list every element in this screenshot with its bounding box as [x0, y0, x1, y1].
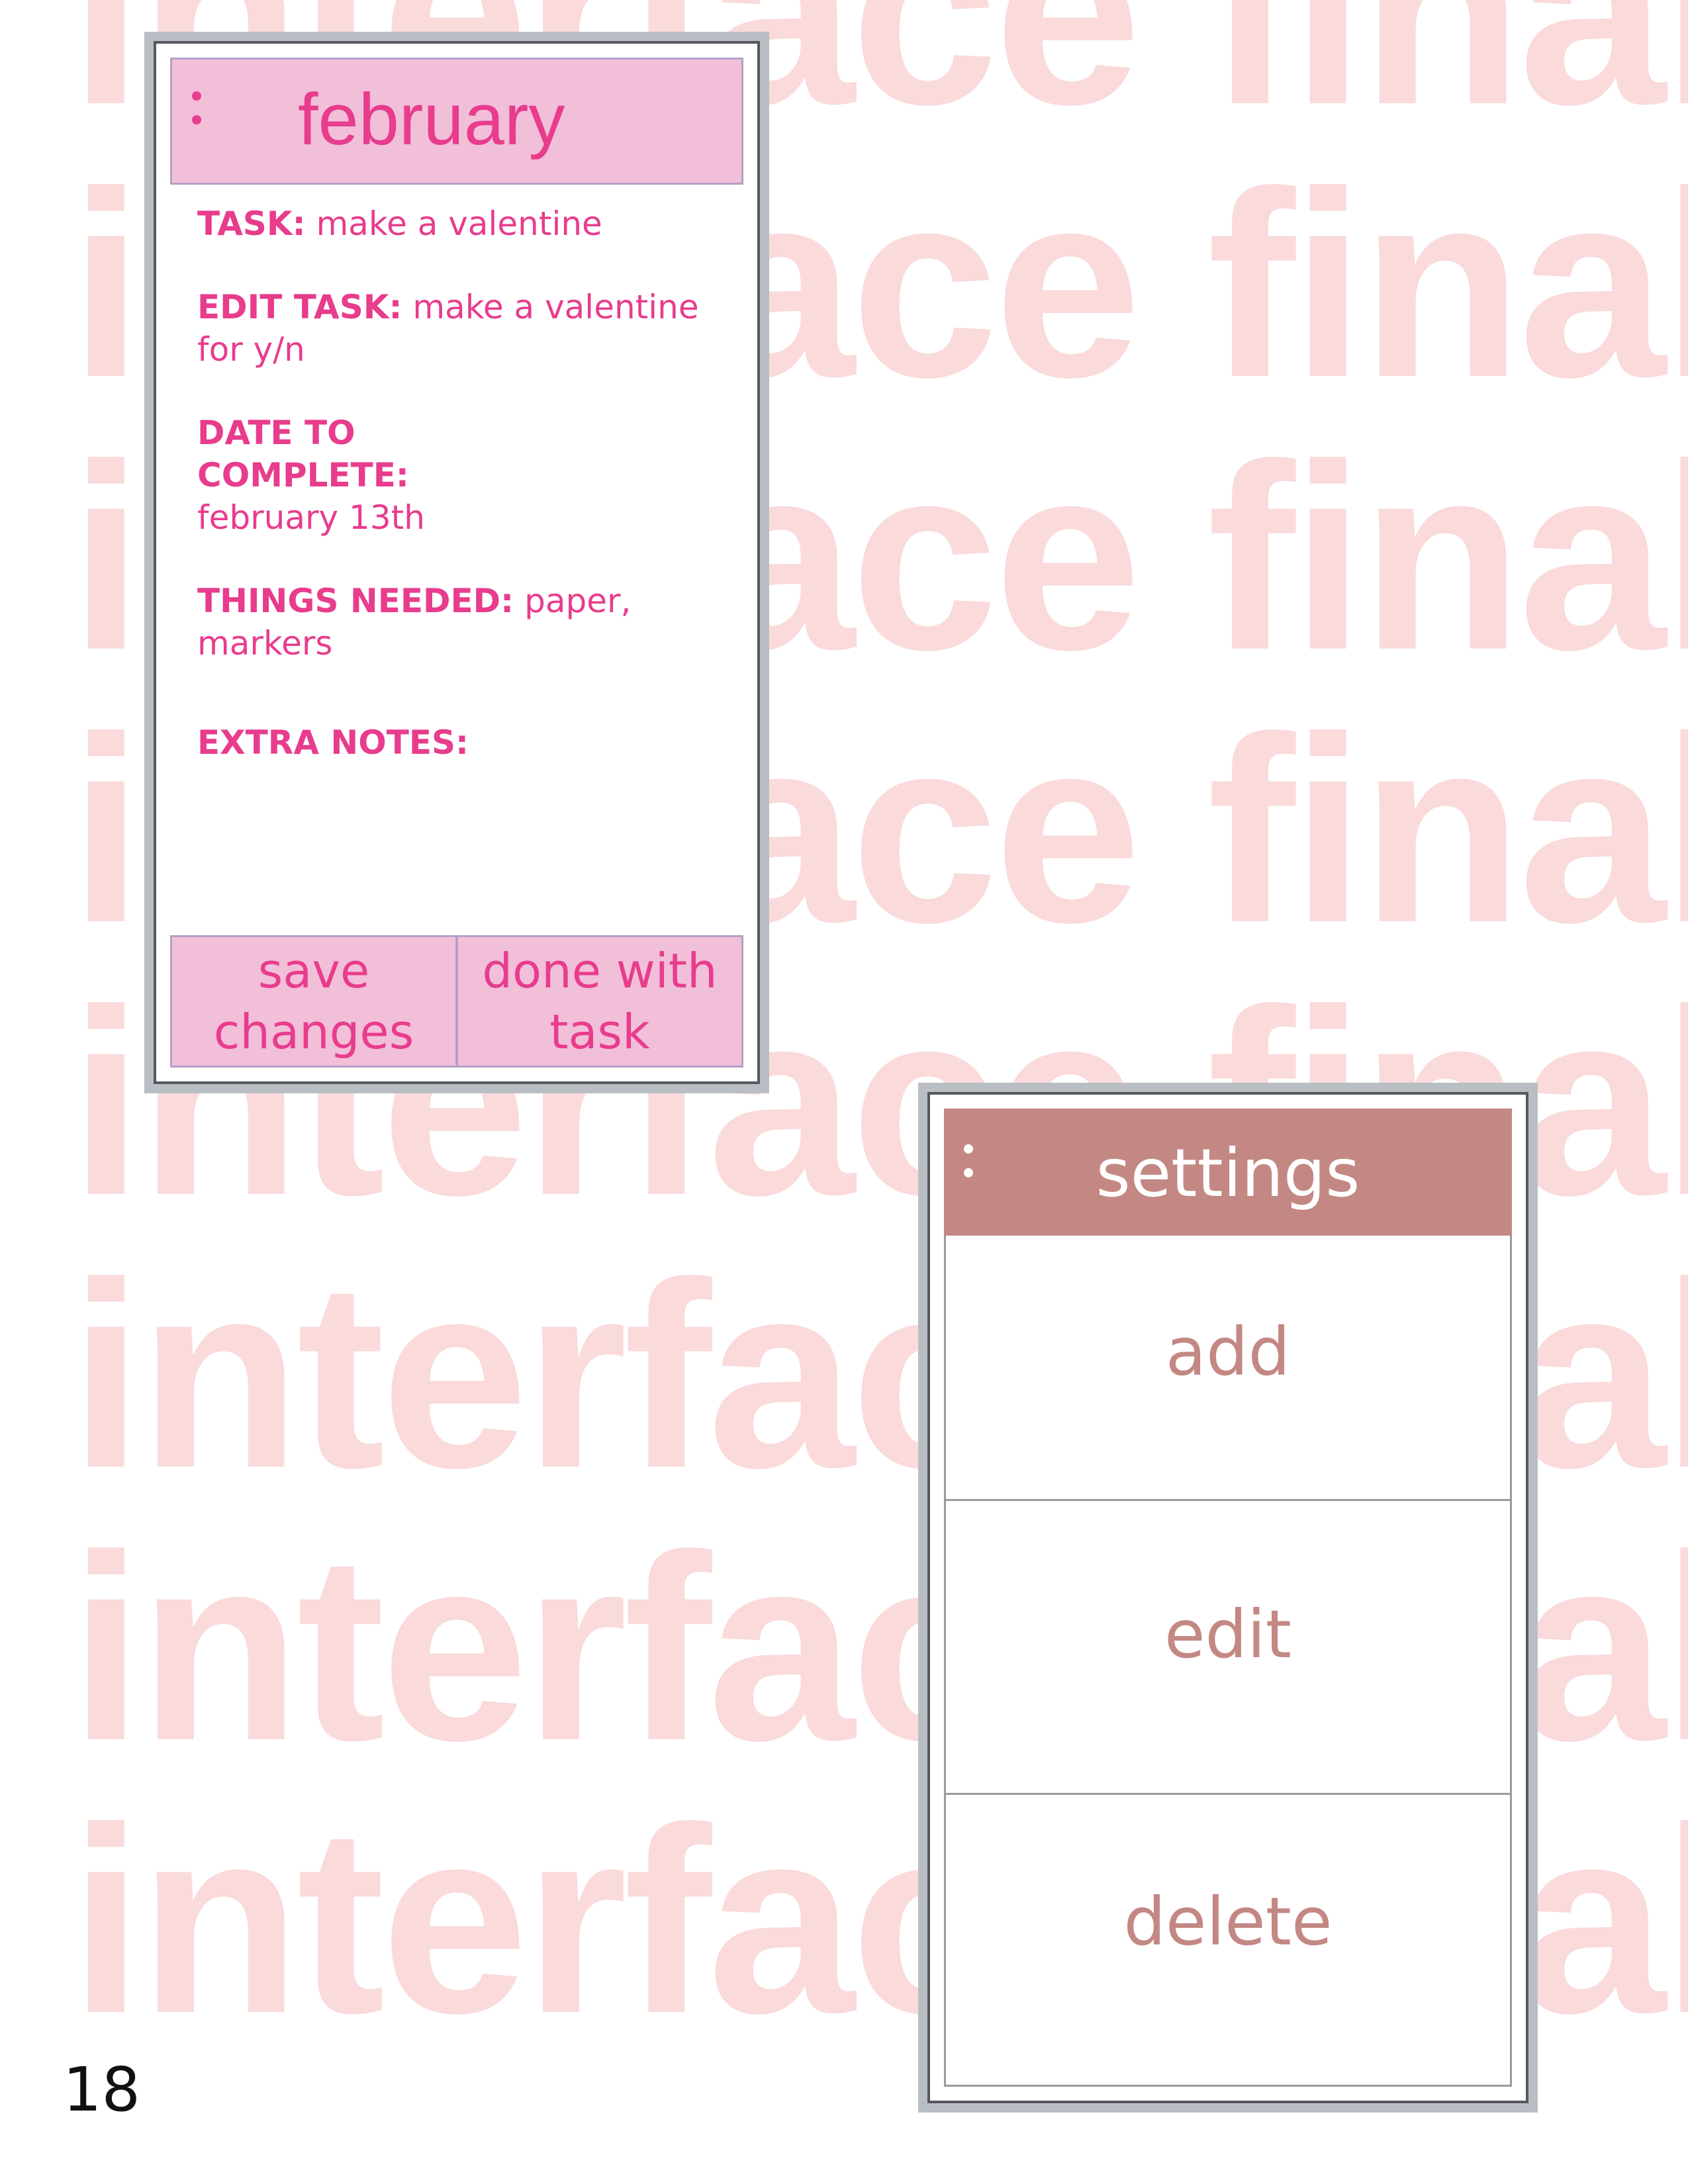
settings-title: settings: [1096, 1134, 1360, 1212]
date-field: DATE TO COMPLETE: february 13th: [197, 412, 724, 539]
edit-button[interactable]: edit: [946, 1499, 1510, 1793]
page-number: 18: [63, 2054, 141, 2125]
field-label: EDIT TASK:: [197, 288, 402, 326]
task-window-header: february: [170, 58, 743, 185]
task-details: TASK: make a valentine EDIT TASK: make a…: [197, 203, 724, 805]
task-window-title: february: [298, 79, 565, 160]
field-value[interactable]: february 13th: [197, 498, 425, 537]
task-window: february TASK: make a valentine EDIT TAS…: [144, 32, 769, 1093]
save-changes-button[interactable]: save changes: [172, 937, 455, 1066]
extra-notes-field: EXTRA NOTES:: [197, 721, 724, 764]
field-label: DATE TO COMPLETE:: [197, 414, 409, 494]
task-actions: save changes done with task: [170, 935, 743, 1068]
task-window-body: february TASK: make a valentine EDIT TAS…: [163, 50, 751, 1075]
field-label: THINGS NEEDED:: [197, 582, 514, 620]
edit-task-field: EDIT TASK: make a valentine for y/n: [197, 286, 724, 371]
button-label: done with task: [482, 943, 718, 1060]
field-label: TASK:: [197, 205, 306, 243]
task-field: TASK: make a valentine: [197, 203, 724, 245]
add-button[interactable]: add: [946, 1236, 1510, 1499]
delete-button[interactable]: delete: [946, 1793, 1510, 2085]
button-label: save changes: [213, 943, 414, 1060]
things-needed-field: THINGS NEEDED: paper, markers: [197, 580, 724, 664]
kebab-menu-icon[interactable]: [192, 91, 203, 139]
field-label: EXTRA NOTES:: [197, 723, 469, 762]
done-with-task-button[interactable]: done with task: [455, 937, 741, 1066]
settings-menu: add edit delete: [944, 1236, 1512, 2087]
settings-window: settings add edit delete: [918, 1083, 1538, 2113]
field-value[interactable]: make a valentine: [316, 205, 602, 243]
settings-window-body: settings add edit delete: [937, 1101, 1519, 2094]
settings-header: settings: [944, 1109, 1512, 1236]
